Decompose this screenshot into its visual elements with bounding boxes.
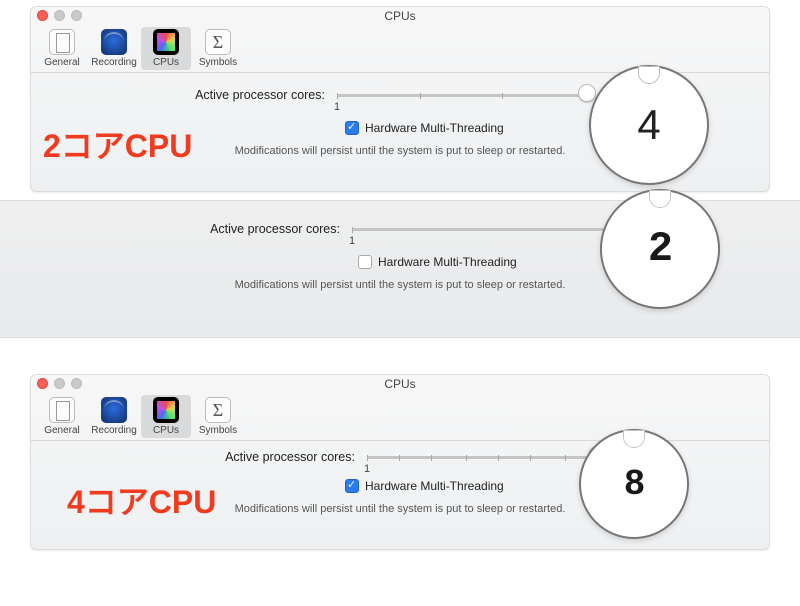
tab-symbols[interactable]: Symbols [193,27,243,70]
cores-slider[interactable]: 1 [337,87,587,103]
tab-recording[interactable]: Recording [89,27,139,70]
cores-slider[interactable]: 1 [367,449,597,465]
annotation-4core: 4コアCPU [67,477,216,523]
zoom-lens-mid: 2 [600,189,720,309]
slider-tick [420,93,421,99]
cpus-panel-mid: Active processor cores: 1 Hardware Multi… [0,200,800,338]
recording-icon [101,397,127,423]
window-titlebar: CPUs [31,375,769,393]
tab-symbols[interactable]: Symbols [193,395,243,438]
cpus-icon [153,29,179,55]
slider-tick [530,455,531,461]
cores-label: Active processor cores: [55,450,355,464]
instruments-cpus-window-2core: CPUs General Recording CPUs Symbols Acti… [30,6,770,192]
hmt-checkbox[interactable] [345,121,359,135]
slider-thumb-icon [638,66,660,84]
close-button[interactable] [37,378,48,389]
slider-track [352,228,632,231]
slider-tick [498,455,499,461]
zoom-lens-bot: 8 [579,429,689,539]
zoom-lens-top: 4 [589,65,709,185]
hmt-checkbox[interactable] [345,479,359,493]
recording-icon [101,29,127,55]
slider-tick [466,455,467,461]
slider-tick [502,93,503,99]
hmt-label: Hardware Multi-Threading [378,255,517,269]
minimize-button[interactable] [54,378,65,389]
slider-min-label: 1 [334,101,340,113]
zoom-value: 2 [648,225,672,273]
slider-min-label: 1 [349,235,355,247]
slider-tick [337,93,338,99]
slider-thumb[interactable] [578,84,596,102]
window-title: CPUs [384,9,415,23]
traffic-lights [37,378,82,389]
hmt-checkbox[interactable] [358,255,372,269]
tab-cpus[interactable]: CPUs [141,395,191,438]
tab-general[interactable]: General [37,395,87,438]
tab-recording[interactable]: Recording [89,395,139,438]
device-icon [49,397,75,423]
zoom-button[interactable] [71,378,82,389]
slider-tick [352,227,353,233]
cores-label: Active processor cores: [55,88,325,102]
slider-tick [431,455,432,461]
minimize-button[interactable] [54,10,65,21]
device-icon [49,29,75,55]
zoom-value: 4 [637,101,660,149]
hmt-label: Hardware Multi-Threading [365,479,504,493]
slider-min-label: 1 [364,463,370,475]
window-title: CPUs [384,377,415,391]
slider-track [337,94,587,97]
window-titlebar: CPUs [31,7,769,25]
slider-tick [565,455,566,461]
slider-thumb-icon [623,430,645,448]
cpus-icon [153,397,179,423]
sigma-icon [205,29,231,55]
cores-label: Active processor cores: [40,222,340,236]
annotation-2core: 2コアCPU [43,121,192,167]
tab-general[interactable]: General [37,27,87,70]
instruments-cpus-window-4core: CPUs General Recording CPUs Symbols Acti… [30,374,770,550]
cores-slider[interactable]: 1 [352,221,632,237]
zoom-value: 8 [624,464,645,505]
slider-track [367,456,597,459]
sigma-icon [205,397,231,423]
slider-tick [399,455,400,461]
slider-tick [367,455,368,461]
close-button[interactable] [37,10,48,21]
zoom-button[interactable] [71,10,82,21]
traffic-lights [37,10,82,21]
slider-thumb-icon [649,190,671,208]
tab-cpus[interactable]: CPUs [141,27,191,70]
hmt-label: Hardware Multi-Threading [365,121,504,135]
